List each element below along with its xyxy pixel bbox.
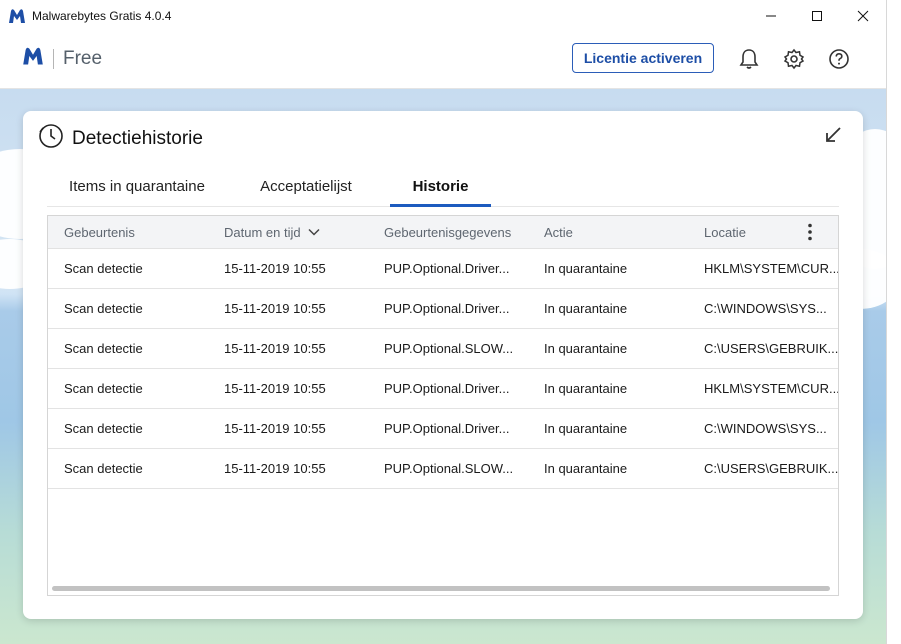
bell-icon[interactable] [738,48,760,70]
cell-action: In quarantaine [544,380,628,396]
cell-details: PUP.Optional.Driver... [384,300,510,316]
malwarebytes-logo-icon [22,46,44,71]
help-icon[interactable] [828,48,850,70]
more-options-icon[interactable] [800,221,820,243]
cell-details: PUP.Optional.Driver... [384,380,510,396]
minimize-button[interactable] [748,0,794,32]
column-header-datetime[interactable]: Datum en tijd [224,216,320,248]
table-row[interactable]: Scan detectie 15-11-2019 10:55 PUP.Optio… [48,288,838,329]
cell-location: C:\USERS\GEBRUIK... [704,460,839,476]
panel-title: Detectiehistorie [72,127,203,149]
cell-datetime: 15-11-2019 10:55 [224,260,326,276]
column-header-details[interactable]: Gebeurtenisgegevens [384,216,511,248]
maximize-icon [812,11,822,21]
activate-license-button[interactable]: Licentie activeren [572,43,714,73]
cell-details: PUP.Optional.Driver... [384,420,510,436]
chevron-down-icon [308,228,320,236]
column-header-action[interactable]: Actie [544,216,573,248]
cell-event: Scan detectie [64,460,143,476]
cell-action: In quarantaine [544,260,628,276]
minimize-icon [766,15,776,17]
cell-action: In quarantaine [544,420,628,436]
horizontal-scrollbar[interactable] [52,586,830,591]
cell-event: Scan detectie [64,380,143,396]
cell-location: HKLM\SYSTEM\CUR... [704,380,839,396]
cell-location: C:\WINDOWS\SYS... [704,420,827,436]
window-title: Malwarebytes Gratis 4.0.4 [32,9,172,23]
cell-event: Scan detectie [64,420,143,436]
cell-datetime: 15-11-2019 10:55 [224,340,326,356]
tab-allow-list[interactable]: Acceptatielijst [246,166,366,206]
brand: Free [22,46,102,71]
close-icon [857,10,869,22]
window-titlebar: Malwarebytes Gratis 4.0.4 [0,0,886,32]
cell-datetime: 15-11-2019 10:55 [224,380,326,396]
cell-event: Scan detectie [64,340,143,356]
gear-icon[interactable] [783,48,805,70]
cell-location: C:\WINDOWS\SYS... [704,300,827,316]
history-table: Gebeurtenis Datum en tijd Gebeurtenisgeg… [47,215,839,596]
cell-action: In quarantaine [544,340,628,356]
column-header-event[interactable]: Gebeurtenis [64,216,135,248]
detection-history-panel: Detectiehistorie Items in quarantaine Ac… [23,111,863,619]
tab-bar: Items in quarantaine Acceptatielijst His… [47,166,839,207]
cell-action: In quarantaine [544,460,628,476]
table-row[interactable]: Scan detectie 15-11-2019 10:55 PUP.Optio… [48,248,838,289]
table-row[interactable]: Scan detectie 15-11-2019 10:55 PUP.Optio… [48,408,838,449]
brand-divider [53,48,54,69]
window-edge [886,0,901,644]
table-row[interactable]: Scan detectie 15-11-2019 10:55 PUP.Optio… [48,448,838,489]
table-row[interactable]: Scan detectie 15-11-2019 10:55 PUP.Optio… [48,328,838,369]
cell-datetime: 15-11-2019 10:55 [224,460,326,476]
column-header-location[interactable]: Locatie [704,216,746,248]
maximize-button[interactable] [794,0,840,32]
cell-details: PUP.Optional.Driver... [384,260,510,276]
history-clock-icon [38,123,64,154]
app-header: Free Licentie activeren [0,32,886,89]
tab-quarantine[interactable]: Items in quarantaine [67,166,207,206]
cell-datetime: 15-11-2019 10:55 [224,300,326,316]
tab-history[interactable]: Historie [390,166,491,207]
cell-location: HKLM\SYSTEM\CUR... [704,260,839,276]
cell-details: PUP.Optional.SLOW... [384,340,514,356]
cell-action: In quarantaine [544,300,628,316]
malwarebytes-logo-icon [8,8,26,24]
table-row[interactable]: Scan detectie 15-11-2019 10:55 PUP.Optio… [48,368,838,409]
cell-event: Scan detectie [64,300,143,316]
cell-event: Scan detectie [64,260,143,276]
column-header-datetime-label: Datum en tijd [224,224,301,240]
collapse-button[interactable] [823,125,843,145]
close-button[interactable] [840,0,886,32]
cell-datetime: 15-11-2019 10:55 [224,420,326,436]
collapse-arrow-icon [826,127,841,142]
edition-label: Free [63,47,103,69]
table-header: Gebeurtenis Datum en tijd Gebeurtenisgeg… [48,216,838,249]
cell-location: C:\USERS\GEBRUIK... [704,340,839,356]
cell-details: PUP.Optional.SLOW... [384,460,514,476]
